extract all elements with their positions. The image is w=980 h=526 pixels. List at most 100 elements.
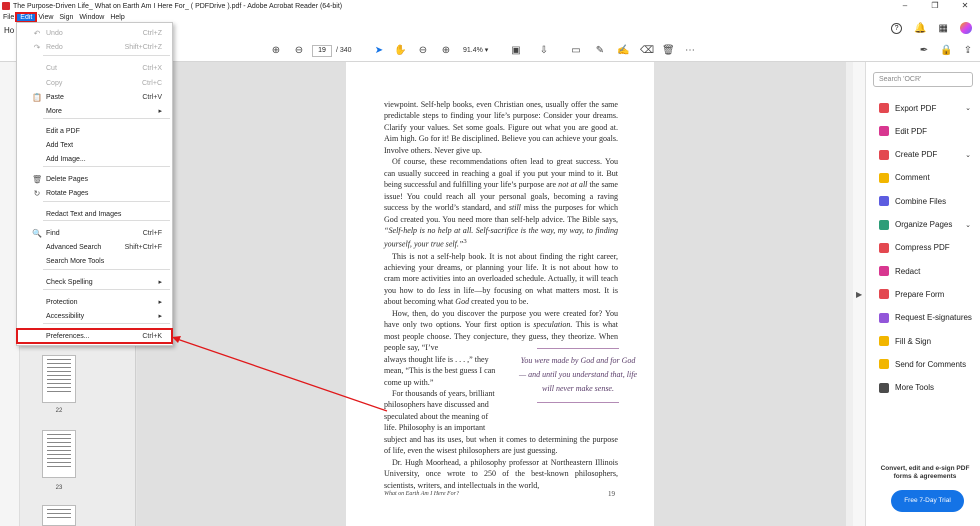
menu-item-cut[interactable]: Cut Ctrl+X: [17, 61, 172, 75]
menu-item-check-spelling[interactable]: Check Spelling ▸: [17, 275, 172, 289]
highlight-pen-icon[interactable]: ✎: [594, 45, 606, 57]
more-options-icon[interactable]: ⋯: [684, 45, 696, 57]
menu-item-preferences[interactable]: Preferences... Ctrl+K: [16, 328, 173, 344]
select-cursor-icon[interactable]: ➤: [373, 45, 385, 57]
bell-icon[interactable]: 🔔: [914, 23, 926, 34]
menu-item-label: Copy: [46, 79, 63, 87]
apps-grid-icon[interactable]: ▦: [939, 23, 948, 34]
ornament-divider: [537, 402, 619, 408]
tool-organize-pages[interactable]: Organize Pages ⌄: [879, 218, 977, 232]
vertical-scrollbar[interactable]: [846, 62, 853, 526]
menu-item-find[interactable]: 🔍 Find Ctrl+F: [17, 226, 172, 240]
menu-item-shortcut: Shift+Ctrl+Z: [124, 43, 162, 51]
menu-item-advanced-search[interactable]: Advanced Search Shift+Ctrl+F: [17, 240, 172, 254]
tool-compress-pdf[interactable]: Compress PDF: [879, 241, 977, 255]
chevron-right-icon: ▶: [856, 290, 863, 299]
menu-separator: [43, 323, 170, 324]
zoom-value: 91.4%: [463, 47, 483, 54]
comment-icon: [879, 172, 889, 183]
menu-item-protection[interactable]: Protection ▸: [17, 295, 172, 309]
menu-item-label: Redo: [46, 43, 63, 51]
tab-home[interactable]: Ho: [4, 26, 14, 35]
menu-item-delete-pages[interactable]: 🗑 Delete Pages: [17, 172, 172, 186]
right-panel-toggle[interactable]: ▶: [853, 62, 865, 526]
page-thumbnail[interactable]: [42, 505, 76, 526]
tool-label: Prepare Form: [895, 289, 945, 299]
menu-view[interactable]: View: [35, 14, 56, 21]
menu-item-copy[interactable]: Copy Ctrl+C: [17, 76, 172, 90]
zoom-in-icon[interactable]: ⊕: [440, 45, 452, 57]
page-total: / 340: [336, 47, 352, 54]
help-icon[interactable]: ?: [891, 22, 903, 34]
close-button[interactable]: ✕: [950, 0, 980, 12]
search-icon: 🔍: [32, 228, 42, 238]
erase-icon[interactable]: ⌫: [640, 45, 654, 57]
tool-comment[interactable]: Comment: [879, 171, 977, 185]
menu-item-more[interactable]: More ▸: [17, 104, 172, 118]
avatar[interactable]: [960, 22, 972, 34]
menu-help[interactable]: Help: [107, 14, 127, 21]
undo-icon: ↶: [33, 28, 41, 38]
zoom-select[interactable]: 91.4% ▾: [460, 45, 498, 57]
menu-item-search-more-tools[interactable]: Search More Tools: [17, 254, 172, 268]
menu-item-redact-text-and-images[interactable]: Redact Text and Images: [17, 207, 172, 221]
tool-create-pdf[interactable]: Create PDF ⌄: [879, 148, 977, 162]
menu-file[interactable]: File: [0, 14, 17, 21]
tool-edit-pdf[interactable]: Edit PDF: [879, 124, 977, 138]
tool-label: Organize Pages: [895, 220, 953, 229]
tools-search-input[interactable]: Search 'OCR': [873, 72, 973, 87]
menu-item-accessibility[interactable]: Accessibility ▸: [17, 309, 172, 323]
page-number-input[interactable]: 19: [312, 45, 332, 57]
share-icon[interactable]: ⇪: [962, 45, 974, 57]
fit-page-icon[interactable]: ▣: [510, 45, 522, 57]
page-thumbnail[interactable]: [42, 430, 76, 478]
prev-page-icon[interactable]: ⊕: [270, 45, 282, 57]
tool-redact[interactable]: Redact: [879, 264, 977, 278]
hand-tool-icon[interactable]: ✋: [394, 45, 406, 57]
next-page-icon[interactable]: ⊖: [293, 45, 305, 57]
tool-fill-sign[interactable]: Fill & Sign: [879, 334, 977, 348]
chevron-down-icon[interactable]: ⌄: [965, 221, 971, 229]
free-trial-button[interactable]: Free 7-Day Trial: [891, 490, 964, 512]
top-right-controls: ? 🔔 ▦: [891, 22, 972, 34]
menu-item-rotate-pages[interactable]: ↻ Rotate Pages: [17, 186, 172, 200]
menu-item-add-image[interactable]: Add Image...: [17, 152, 172, 166]
read-mode-icon[interactable]: ⇩: [538, 45, 550, 57]
page-thumbnail[interactable]: [42, 355, 76, 403]
menu-item-edit-a-pdf[interactable]: Edit a PDF: [17, 124, 172, 138]
menu-edit[interactable]: Edit: [15, 11, 38, 23]
menu-sign[interactable]: Sign: [56, 14, 76, 21]
tool-prepare-form[interactable]: Prepare Form: [879, 287, 977, 301]
chevron-down-icon[interactable]: ⌄: [965, 151, 971, 159]
menu-item-undo[interactable]: ↶ Undo Ctrl+Z: [17, 26, 172, 40]
menu-item-shortcut: Shift+Ctrl+F: [124, 243, 162, 251]
tool-label: Comment: [895, 173, 930, 183]
comment-icon[interactable]: ▭: [570, 45, 582, 57]
prepare-form-icon: [879, 289, 889, 300]
menu-item-label: Delete Pages: [46, 175, 89, 183]
tool-send-for-comments[interactable]: Send for Comments: [879, 357, 977, 371]
maximize-button[interactable]: ❐: [920, 0, 950, 12]
tool-request-e-signatures[interactable]: Request E-signatures: [879, 311, 977, 325]
menu-window[interactable]: Window: [76, 14, 107, 21]
lock-icon[interactable]: 🔒: [940, 45, 952, 57]
tool-export-pdf[interactable]: Export PDF ⌄: [879, 101, 977, 115]
delete-icon[interactable]: 🗑: [662, 45, 675, 57]
menu-item-add-text[interactable]: Add Text: [17, 138, 172, 152]
minimize-button[interactable]: –: [890, 0, 920, 12]
thumbnail-page-number: 23: [55, 485, 63, 491]
menu-separator: [43, 289, 170, 290]
menu-separator: [43, 201, 170, 202]
zoom-out-icon[interactable]: ⊖: [417, 45, 429, 57]
sign-request-icon[interactable]: ✒: [918, 45, 930, 57]
tool-combine-files[interactable]: Combine Files: [879, 194, 977, 208]
chevron-down-icon[interactable]: ⌄: [965, 104, 971, 112]
tool-more-tools[interactable]: More Tools: [879, 381, 977, 395]
menu-item-redo[interactable]: ↷ Redo Shift+Ctrl+Z: [17, 40, 172, 54]
sign-icon[interactable]: ✍: [617, 45, 629, 57]
page-number: 19: [608, 490, 615, 498]
menu-item-paste[interactable]: 📋 Paste Ctrl+V: [17, 90, 172, 104]
menu-item-label: Accessibility: [46, 312, 85, 320]
thumbnail-page-number: 22: [55, 408, 63, 414]
tool-label: Edit PDF: [895, 126, 928, 136]
